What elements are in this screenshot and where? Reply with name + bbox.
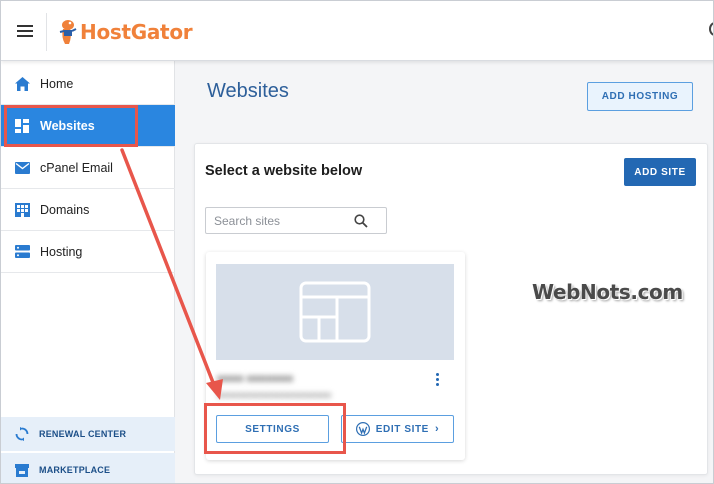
domains-icon xyxy=(14,202,30,218)
sidebar-item-home[interactable]: Home xyxy=(1,63,175,105)
sidebar-item-renewal-center[interactable]: RENEWAL CENTER xyxy=(1,417,175,451)
menu-icon[interactable] xyxy=(17,25,33,38)
site-thumbnail[interactable] xyxy=(216,264,454,360)
sidebar-item-label: cPanel Email xyxy=(40,160,113,175)
divider xyxy=(46,13,47,51)
home-icon xyxy=(14,76,30,92)
gator-mascot-icon xyxy=(59,20,77,44)
wordpress-icon xyxy=(355,422,370,436)
search-icon[interactable] xyxy=(354,214,368,228)
sidebar-item-cpanel-email[interactable]: cPanel Email xyxy=(1,147,175,189)
top-bar: HostGator xyxy=(1,1,713,61)
more-options-icon[interactable] xyxy=(431,373,443,389)
sidebar-item-hosting[interactable]: Hosting xyxy=(1,231,175,273)
brand-logo[interactable]: HostGator xyxy=(57,15,193,49)
dashboard-icon xyxy=(14,118,30,134)
sidebar: Home Websites cPanel Email Domains Hosti… xyxy=(1,61,175,483)
sync-icon xyxy=(15,427,29,441)
layout-placeholder-icon xyxy=(299,281,371,343)
sidebar-item-label: MARKETPLACE xyxy=(39,465,111,475)
sidebar-item-websites[interactable]: Websites xyxy=(1,105,175,147)
settings-button[interactable]: SETTINGS xyxy=(216,415,329,443)
sidebar-item-label: RENEWAL CENTER xyxy=(39,429,127,439)
sidebar-item-label: Websites xyxy=(40,118,95,133)
app-window: HostGator Home Websites cPanel Email Dom… xyxy=(0,0,714,484)
sidebar-item-domains[interactable]: Domains xyxy=(1,189,175,231)
chevron-right-icon: › xyxy=(434,423,440,435)
page-title: Websites xyxy=(207,80,289,102)
mail-icon xyxy=(14,160,30,176)
search-input[interactable] xyxy=(214,212,354,230)
edit-site-button[interactable]: EDIT SITE › xyxy=(341,415,454,443)
server-icon xyxy=(14,244,30,260)
site-url-redacted: ■■■■■■■■■■■■■■■■■■■■■ xyxy=(217,390,332,400)
add-site-button[interactable]: ADD SITE xyxy=(624,158,696,186)
site-name-redacted: ■■■■ ■■■■■■■ xyxy=(217,373,294,385)
panel-title: Select a website below xyxy=(205,163,363,179)
add-hosting-button[interactable]: ADD HOSTING xyxy=(587,82,693,111)
store-icon xyxy=(15,463,29,477)
sidebar-item-marketplace[interactable]: MARKETPLACE xyxy=(1,453,175,483)
sidebar-item-label: Hosting xyxy=(40,244,83,259)
brand-name: HostGator xyxy=(80,20,193,44)
sidebar-item-label: Domains xyxy=(40,202,90,217)
sidebar-item-label: Home xyxy=(40,76,74,91)
account-icon[interactable] xyxy=(709,22,713,36)
search-box xyxy=(205,207,387,234)
edit-site-label: EDIT SITE xyxy=(375,423,429,435)
watermark: WebNots.com xyxy=(532,280,683,304)
